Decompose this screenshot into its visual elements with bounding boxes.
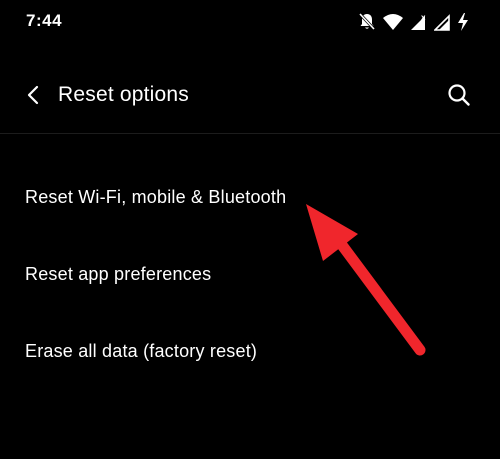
option-erase-all-data[interactable]: Erase all data (factory reset): [0, 314, 500, 391]
reset-options-list: Reset Wi-Fi, mobile & Bluetooth Reset ap…: [0, 160, 500, 391]
bell-muted-icon: [358, 12, 376, 32]
page-title: Reset options: [58, 83, 190, 106]
signal-no-sim-icon: x: [410, 12, 428, 32]
option-label: Reset app preferences: [25, 264, 212, 284]
app-bar: Reset options: [0, 58, 500, 132]
search-button[interactable]: [442, 78, 476, 112]
wifi-icon: [382, 13, 404, 31]
battery-charging-icon: [456, 12, 470, 32]
status-icons: x: [358, 11, 470, 33]
option-label: Reset Wi-Fi, mobile & Bluetooth: [25, 187, 287, 207]
svg-text:x: x: [421, 13, 426, 22]
option-reset-app-preferences[interactable]: Reset app preferences: [0, 237, 500, 314]
signal-icon: [434, 13, 450, 31]
status-bar: 7:44 x: [0, 0, 500, 44]
app-bar-divider: [0, 133, 500, 134]
option-label: Erase all data (factory reset): [25, 341, 258, 361]
chevron-left-icon: [27, 85, 39, 105]
search-icon: [448, 84, 470, 106]
back-button[interactable]: [18, 78, 48, 112]
status-time: 7:44: [26, 11, 63, 30]
option-reset-network[interactable]: Reset Wi-Fi, mobile & Bluetooth: [0, 160, 500, 237]
